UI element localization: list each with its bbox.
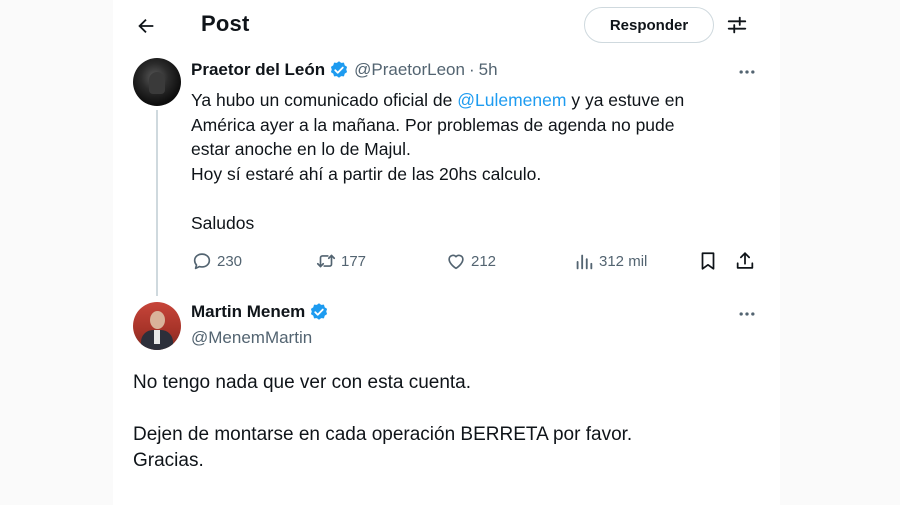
share-action[interactable] <box>734 248 760 274</box>
like-action[interactable]: 212 <box>445 248 496 274</box>
reply-button[interactable]: Responder <box>584 7 714 43</box>
text-line: estar anoche en lo de Majul. <box>191 139 411 159</box>
text-line: Gracias. <box>133 450 204 471</box>
more-options-button[interactable] <box>735 60 759 84</box>
tweet-author-row: Martin Menem <box>191 302 334 322</box>
left-gutter <box>0 0 113 505</box>
like-count: 212 <box>471 252 497 270</box>
text-fragment: Ya hubo un comunicado oficial de <box>191 90 458 110</box>
text-line: No tengo nada que ver con esta cuenta. <box>133 372 472 393</box>
post-header: Post Responder <box>113 0 780 52</box>
avatar[interactable] <box>133 302 181 350</box>
right-gutter <box>780 0 900 505</box>
back-button[interactable] <box>129 9 163 43</box>
text-line: Dejen de montarse en cada operación BERR… <box>133 424 633 445</box>
bookmark-action[interactable] <box>697 248 723 274</box>
post-time[interactable]: 5h <box>479 60 498 80</box>
filter-button[interactable] <box>723 11 751 39</box>
tweet-text: No tengo nada que ver con esta cuenta. D… <box>133 370 753 474</box>
author-handle[interactable]: @PraetorLeon <box>354 60 465 80</box>
reply-action[interactable]: 230 <box>191 248 242 274</box>
tweet-actions: 230 177 212 312 mil <box>191 248 771 274</box>
post-column: Post Responder Praetor del León @Praetor… <box>113 0 780 505</box>
text-line: Saludos <box>191 212 255 233</box>
sliders-icon <box>727 16 747 34</box>
author-name[interactable]: Praetor del León <box>191 60 325 80</box>
repost-count: 177 <box>341 252 367 270</box>
author-name[interactable]: Martin Menem <box>191 302 305 322</box>
more-options-button[interactable] <box>735 302 759 326</box>
views-count: 312 mil <box>599 252 648 270</box>
thread-connector <box>156 110 158 296</box>
page-title: Post <box>201 11 250 36</box>
avatar[interactable] <box>133 58 181 106</box>
text-fragment: y ya estuve en <box>566 90 685 110</box>
heart-icon <box>448 254 464 270</box>
arrow-left-icon <box>138 18 154 34</box>
mention-link[interactable]: @Lulemenem <box>457 90 566 110</box>
tweet-text: Ya hubo un comunicado oficial de @Luleme… <box>191 88 751 235</box>
text-line: América ayer a la mañana. Por problemas … <box>191 114 675 135</box>
separator-dot: · <box>468 60 475 79</box>
analytics-icon <box>576 254 593 270</box>
share-icon <box>736 252 754 269</box>
repost-icon <box>316 254 336 268</box>
views-action[interactable]: 312 mil <box>573 248 647 274</box>
reply-count: 230 <box>217 252 243 270</box>
bookmark-icon <box>701 252 715 270</box>
text-line: Hoy sí estaré ahí a partir de las 20hs c… <box>191 163 542 184</box>
more-icon <box>739 312 755 316</box>
more-icon <box>739 70 755 74</box>
comment-icon <box>193 253 211 270</box>
verified-badge-icon <box>309 302 329 322</box>
repost-action[interactable]: 177 <box>315 248 366 274</box>
author-handle[interactable]: @MenemMartin <box>191 328 312 348</box>
verified-badge-icon <box>329 60 349 80</box>
tweet-author-row: Praetor del León @PraetorLeon · 5h <box>191 60 498 80</box>
